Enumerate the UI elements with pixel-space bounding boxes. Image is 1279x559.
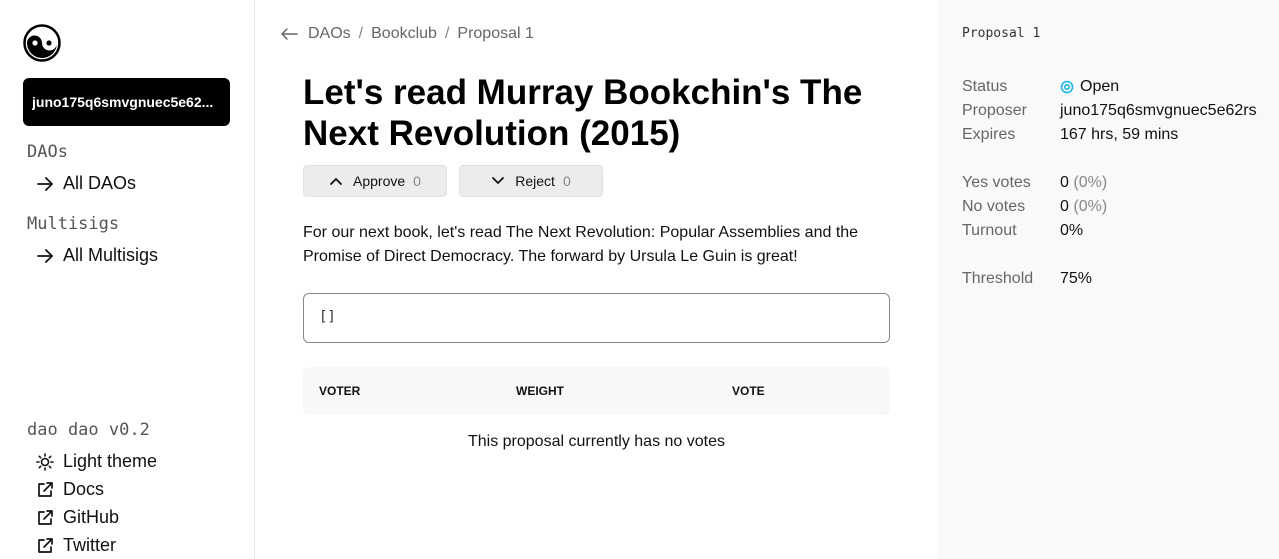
expires-value: 167 hrs, 59 mins xyxy=(1060,126,1179,143)
turnout-row: Turnout 0% xyxy=(962,222,1083,240)
breadcrumb-daos[interactable]: DAOs xyxy=(308,25,351,43)
turnout-value: 0% xyxy=(1060,222,1084,239)
threshold-row: Threshold 75% xyxy=(962,270,1092,288)
threshold-value: 75% xyxy=(1060,270,1093,287)
expires-row: Expires 167 hrs, 59 mins xyxy=(962,126,1178,144)
chevron-up-icon xyxy=(330,178,342,185)
all-multisigs-label: All Multisigs xyxy=(63,245,159,265)
voter-column-header: VOTER xyxy=(319,384,361,398)
chevron-down-icon xyxy=(492,177,505,184)
twitter-label: Twitter xyxy=(63,535,117,555)
no-votes-label: No votes xyxy=(962,198,1026,215)
approve-count: 0 xyxy=(413,173,421,189)
external-link-icon xyxy=(38,481,53,497)
all-daos-link[interactable]: All DAOs xyxy=(35,173,136,194)
daos-heading: DAOs xyxy=(27,142,68,162)
expires-label: Expires xyxy=(962,126,1016,143)
no-votes-pct: (0%) xyxy=(1073,198,1108,215)
vote-column-header: VOTE xyxy=(732,384,765,398)
wallet-address: juno175q6smvgnuec5e62... xyxy=(32,94,214,110)
all-daos-label: All DAOs xyxy=(63,173,137,193)
proposer-value[interactable]: juno175q6smvgnuec5e62rs xyxy=(1060,102,1257,120)
reject-count: 0 xyxy=(562,173,571,189)
arrow-right-icon xyxy=(37,176,53,191)
proposer-row: Proposer juno175q6smvgnuec5e62rs xyxy=(962,102,1257,120)
breadcrumb: DAOs / Bookclub / Proposal 1 xyxy=(280,25,534,43)
breadcrumb-proposal[interactable]: Proposal 1 xyxy=(457,25,534,43)
status-badge: Open xyxy=(1060,78,1119,96)
reject-button[interactable]: Reject 0 xyxy=(459,165,603,197)
threshold-label: Threshold xyxy=(962,270,1034,287)
multisigs-heading: Multisigs xyxy=(27,214,120,234)
no-votes-value: 0 xyxy=(1060,198,1069,215)
no-votes-message: This proposal currently has no votes xyxy=(467,433,725,450)
yes-votes-label: Yes votes xyxy=(962,174,1031,191)
status-value: Open xyxy=(1080,78,1120,95)
docs-label: Docs xyxy=(63,479,105,499)
wallet-button[interactable]: juno175q6smvgnuec5e62... xyxy=(23,78,230,126)
breadcrumb-bookclub[interactable]: Bookclub xyxy=(371,25,437,43)
proposal-description: For our next book, let's read The Next R… xyxy=(303,224,859,265)
reject-label: Reject xyxy=(515,173,555,189)
github-label: GitHub xyxy=(63,507,120,527)
proposer-label: Proposer xyxy=(962,102,1027,119)
votes-table-header: VOTER WEIGHT VOTE xyxy=(303,367,890,415)
yes-votes-row: Yes votes 0 (0%) xyxy=(962,174,1107,192)
docs-link[interactable]: Docs xyxy=(35,479,104,500)
proposal-details-panel: Proposal 1 Status Open Proposer juno175q… xyxy=(938,0,1279,559)
status-row: Status Open xyxy=(962,78,1119,96)
sun-icon xyxy=(36,452,54,471)
main-content: DAOs / Bookclub / Proposal 1 Let's read … xyxy=(255,0,938,559)
light-theme-toggle[interactable]: Light theme xyxy=(35,451,157,472)
status-label: Status xyxy=(962,78,1008,95)
version-label: dao dao v0.2 xyxy=(27,420,150,440)
details-heading: Proposal 1 xyxy=(962,26,1041,41)
arrow-left-icon[interactable] xyxy=(280,27,298,41)
no-votes-row: No votes 0 (0%) xyxy=(962,198,1107,216)
yes-votes-value: 0 xyxy=(1060,174,1069,191)
twitter-link[interactable]: Twitter xyxy=(35,535,116,556)
external-link-icon xyxy=(38,537,53,553)
dao-logo-icon[interactable] xyxy=(23,24,61,62)
open-status-icon xyxy=(1060,80,1074,94)
yes-votes-pct: (0%) xyxy=(1073,174,1108,191)
all-multisigs-link[interactable]: All Multisigs xyxy=(35,245,158,266)
turnout-label: Turnout xyxy=(962,222,1017,239)
github-link[interactable]: GitHub xyxy=(35,507,119,528)
weight-column-header: WEIGHT xyxy=(516,384,564,398)
approve-button[interactable]: Approve 0 xyxy=(303,165,447,197)
sidebar: juno175q6smvgnuec5e62... DAOs All DAOs M… xyxy=(0,0,255,559)
proposal-title: Let's read Murray Bookchin's The Next Re… xyxy=(303,73,863,153)
external-link-icon xyxy=(38,509,53,525)
arrow-right-icon xyxy=(37,248,53,263)
approve-label: Approve xyxy=(353,173,406,189)
light-theme-label: Light theme xyxy=(63,451,158,471)
messages-json-box[interactable]: [] xyxy=(303,293,890,343)
